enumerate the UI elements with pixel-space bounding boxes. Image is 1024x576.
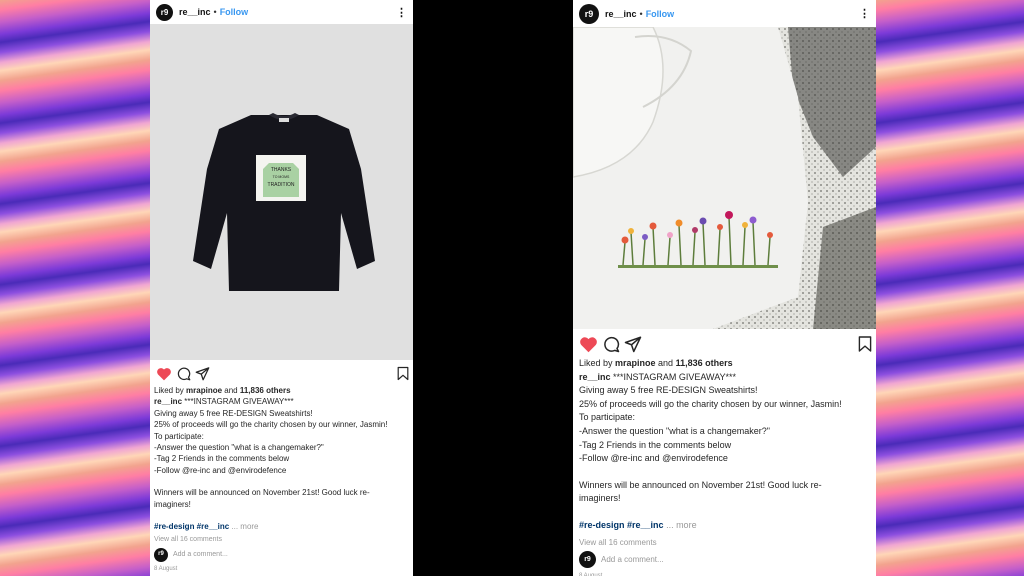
commenter-avatar: r9 [154, 547, 168, 562]
sweatshirt-graphic: THANKS TO MOMS TRADITION [193, 113, 375, 291]
comment-icon[interactable] [176, 366, 191, 381]
caption-line: To participate: [154, 431, 204, 441]
post-image-sweatshirt[interactable]: THANKS TO MOMS TRADITION [150, 24, 413, 360]
post-caption: Liked by mrapinoe and 11,836 others re__… [573, 357, 876, 576]
caption-author[interactable]: re__inc [154, 397, 182, 406]
separator-dot: • [213, 7, 217, 17]
post-date: 8 August [579, 570, 870, 576]
caption-line: Winners will be announced on November 21… [154, 488, 370, 498]
instagram-post-right: r9 re__inc • Follow ⋮ Liked by mrapinoe … [573, 0, 876, 576]
post-header: r9 re__inc • Follow ⋮ [573, 0, 876, 27]
print-line-3: TRADITION [268, 182, 295, 188]
bookmark-icon[interactable] [397, 366, 409, 381]
commenter-avatar: r9 [579, 551, 596, 569]
hashtags-line: #re-design #re__inc ... more [579, 519, 870, 533]
separator-dot: • [639, 8, 643, 19]
caption-line: -Answer the question "what is a changema… [579, 425, 770, 436]
likes-line: Liked by mrapinoe and 11,836 others [579, 358, 733, 368]
tshirt-photo-graphic [573, 27, 876, 329]
caption-line: re__inc ***INSTAGRAM GIVEAWAY*** [579, 371, 737, 382]
follow-button[interactable]: Follow [220, 7, 249, 17]
likes-line: Liked by mrapinoe and 11,836 others [154, 386, 291, 395]
post-actions [150, 360, 413, 385]
follow-button[interactable]: Follow [646, 9, 675, 19]
caption-line: -Tag 2 Friends in the comments below [579, 439, 732, 450]
post-header: r9 re__inc • Follow ⋮ [150, 0, 413, 24]
caption-line: Giving away 5 free RE-DESIGN Sweatshirts… [579, 385, 758, 396]
add-comment-input[interactable]: Add a comment... [173, 549, 228, 560]
view-comments-link[interactable]: View all 16 comments [579, 536, 870, 550]
caption-line: 25% of proceeds will go the charity chos… [579, 398, 842, 409]
instagram-post-left: r9 re__inc • Follow ⋮ THANKS TO MOMS TRA… [150, 0, 413, 576]
post-date: 8 August [154, 565, 178, 572]
add-comment-row: r9 Add a comment... [154, 547, 409, 562]
view-comments-link[interactable]: View all 16 comments [154, 534, 409, 545]
post-image-tshirt[interactable] [573, 27, 876, 329]
background-swirl-left [0, 0, 150, 576]
share-icon[interactable] [624, 335, 642, 353]
account-username[interactable]: re__inc [605, 9, 637, 19]
print-line-2: TO MOMS [273, 175, 290, 179]
heart-icon[interactable] [579, 336, 598, 353]
more-link[interactable]: ... more [666, 520, 697, 530]
more-options-icon[interactable]: ⋮ [396, 6, 407, 19]
caption-line: Giving away 5 free RE-DESIGN Sweatshirts… [154, 408, 313, 418]
bookmark-icon[interactable] [858, 335, 872, 353]
likes-count-link[interactable]: 11,836 others [676, 358, 733, 368]
add-comment-row: r9 Add a comment... [579, 551, 870, 569]
print-line-1: THANKS [271, 167, 292, 173]
likes-user-link[interactable]: mrapinoe [186, 386, 222, 395]
add-comment-input[interactable]: Add a comment... [601, 553, 664, 567]
account-avatar[interactable]: r9 [579, 3, 599, 24]
share-icon[interactable] [195, 366, 210, 381]
likes-count-link[interactable]: 11,836 others [240, 386, 291, 395]
hashtags-link[interactable]: #re-design #re__inc [579, 520, 664, 530]
caption-line: -Tag 2 Friends in the comments below [154, 454, 290, 464]
caption-line: Winners will be announced on November 21… [579, 479, 822, 490]
caption-line: re__inc ***INSTAGRAM GIVEAWAY*** [154, 397, 294, 407]
account-username[interactable]: re__inc [179, 7, 211, 17]
post-caption: Liked by mrapinoe and 11,836 others re__… [150, 385, 413, 575]
caption-line: To participate: [579, 412, 636, 423]
caption-line: -Answer the question "what is a changema… [154, 443, 324, 453]
likes-user-link[interactable]: mrapinoe [615, 358, 656, 368]
more-options-icon[interactable]: ⋮ [859, 7, 870, 20]
caption-line: imaginers! [579, 493, 621, 504]
caption-line: 25% of proceeds will go the charity chos… [154, 420, 388, 430]
caption-line: imaginers! [154, 499, 191, 509]
black-divider [413, 0, 573, 576]
hashtags-line: #re-design #re__inc ... more [154, 521, 409, 532]
post-actions [573, 329, 876, 357]
background-swirl-right [876, 0, 1024, 576]
caption-author[interactable]: re__inc [579, 372, 611, 382]
account-avatar[interactable]: r9 [156, 3, 173, 21]
caption-line: -Follow @re-inc and @envirodefence [579, 453, 728, 464]
more-link[interactable]: ... more [231, 522, 258, 531]
caption-line: -Follow @re-inc and @envirodefence [154, 465, 287, 475]
comment-icon[interactable] [602, 335, 620, 353]
heart-icon[interactable] [156, 367, 172, 381]
hashtags-link[interactable]: #re-design #re__inc [154, 522, 229, 531]
